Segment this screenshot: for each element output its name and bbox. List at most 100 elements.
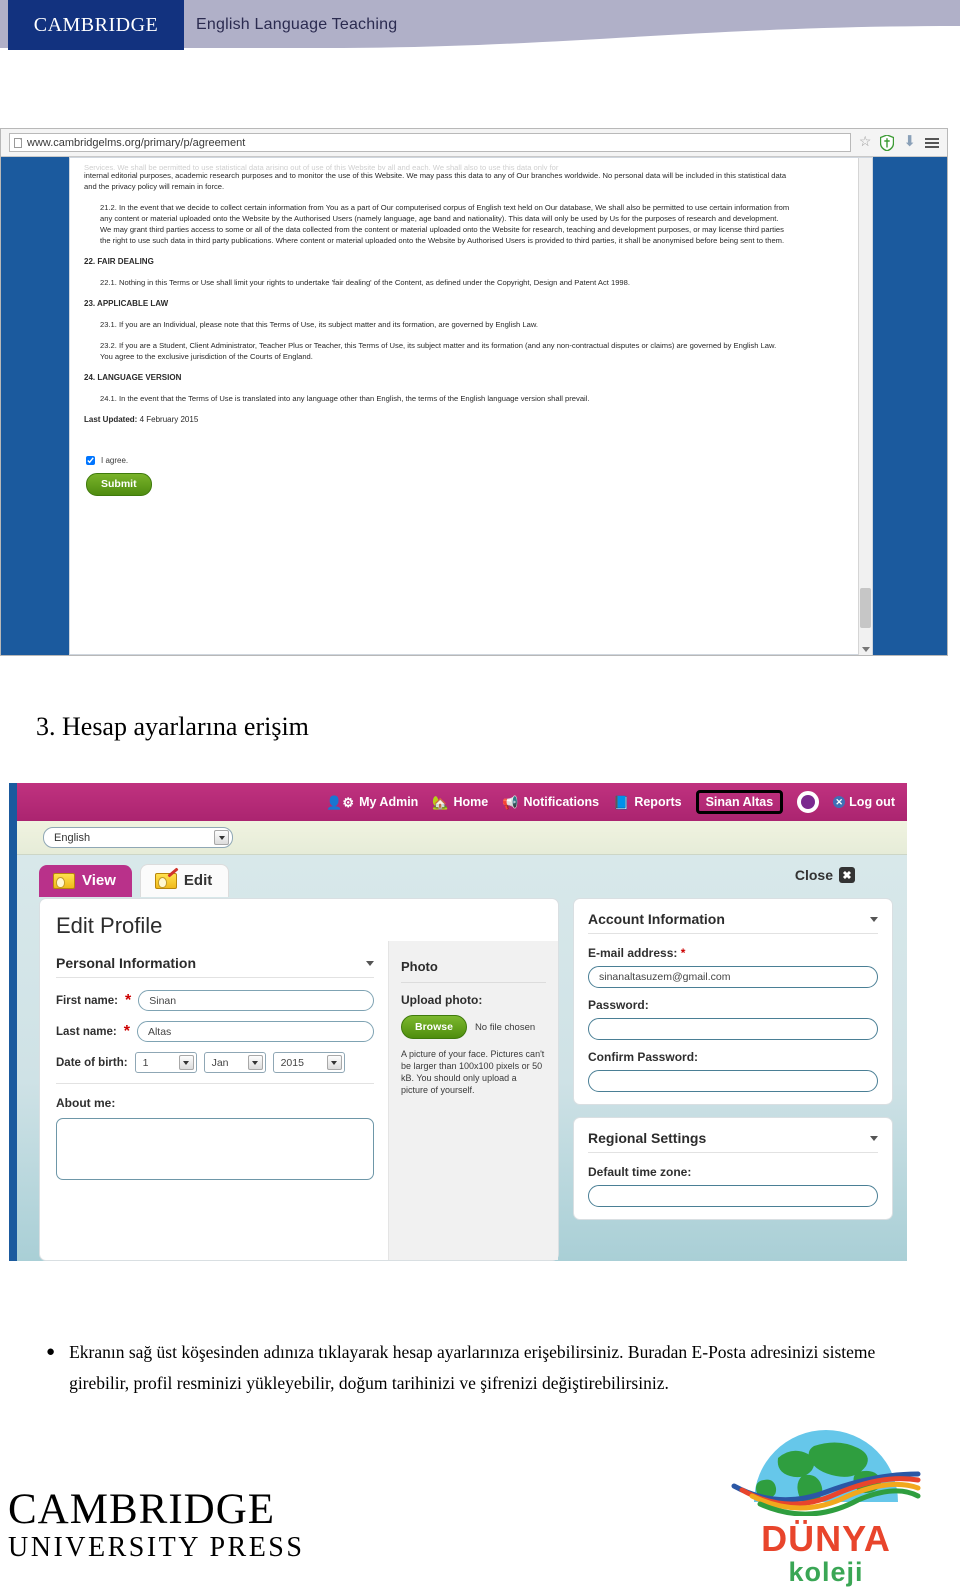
clipped-top-line: Services. We shall be permitted to use s… — [84, 163, 559, 170]
page-title: 3. Hesap ayarlarına erişim — [36, 712, 309, 741]
star-icon[interactable]: ☆ — [859, 135, 872, 150]
chevron-down-icon[interactable] — [870, 1135, 878, 1141]
first-name-row: First name: * Sinan — [56, 990, 374, 1011]
email-field[interactable]: sinanaltasuzem@gmail.com — [588, 966, 878, 988]
koleji-text: koleji — [788, 1557, 864, 1587]
password-field[interactable] — [588, 1018, 878, 1040]
timezone-label: Default time zone: — [588, 1165, 692, 1179]
dob-day-value: 1 — [142, 1056, 149, 1069]
shield-icon[interactable] — [880, 134, 895, 151]
app-top-navigation: 👤⚙ My Admin 🏡 Home 📢 Notifications 📘 Rep… — [17, 783, 907, 821]
admin-user-icon: 👤⚙ — [326, 794, 355, 810]
page-banner: CAMBRIDGE English Language Teaching — [0, 0, 960, 62]
account-information-header[interactable]: Account Information — [588, 911, 878, 934]
chevron-down-icon[interactable] — [366, 960, 374, 966]
last-name-input[interactable]: Altas — [136, 1021, 374, 1042]
nav-logout-label: Log out — [849, 795, 895, 809]
browse-button[interactable]: Browse — [401, 1015, 467, 1039]
browse-row: Browse No file chosen — [401, 1015, 546, 1039]
agreement-text-body: Services. We shall be permitted to use s… — [70, 158, 800, 496]
profile-panels: Edit Profile Personal Information First … — [39, 898, 893, 1261]
timezone-field[interactable] — [588, 1185, 878, 1207]
regional-settings-card: Regional Settings Default time zone: — [573, 1117, 893, 1220]
nav-notifications[interactable]: 📢 Notifications — [502, 795, 599, 809]
about-me-textarea[interactable] — [56, 1118, 374, 1180]
tab-view[interactable]: View — [39, 865, 132, 897]
personal-information-title: Personal Information — [56, 955, 197, 971]
scroll-down-arrow-icon[interactable] — [862, 647, 870, 652]
chevron-down-icon[interactable] — [214, 830, 229, 845]
nav-reports[interactable]: 📘 Reports — [613, 795, 681, 809]
agreement-heading-24: 24. LANGUAGE VERSION — [84, 373, 182, 382]
submit-button[interactable]: Submit — [86, 473, 152, 496]
elt-tagline: English Language Teaching — [196, 16, 398, 33]
description-bullet: ● Ekranın sağ üst köşesinden adınıza tık… — [46, 1337, 906, 1399]
dob-day-select[interactable]: 1 — [134, 1052, 197, 1073]
browser-toolbar-icons: ☆ ⬇ — [851, 134, 947, 151]
nav-username-button[interactable]: Sinan Altas — [695, 790, 784, 814]
avatar[interactable] — [797, 791, 820, 813]
globe-swoosh-icon — [731, 1430, 921, 1517]
edit-pencil-icon — [154, 872, 177, 889]
required-marker: * — [123, 1022, 130, 1040]
confirm-password-field[interactable] — [588, 1070, 878, 1092]
password-label: Password: — [588, 998, 649, 1012]
agreement-paragraph-23-1: 23.1. If you are an Individual, please n… — [100, 320, 539, 329]
hamburger-menu-icon[interactable] — [925, 137, 939, 148]
account-information-title: Account Information — [588, 911, 725, 927]
megaphone-icon: 📢 — [502, 794, 519, 810]
email-label: E-mail address: — [588, 946, 678, 960]
browser-address-bar: www.cambridgelms.org/primary/p/agreement… — [1, 129, 947, 157]
photo-help-text: A picture of your face. Pictures can't b… — [401, 1049, 545, 1095]
photo-section-title: Photo — [401, 959, 546, 983]
regional-settings-header[interactable]: Regional Settings — [588, 1130, 878, 1153]
date-of-birth-label: Date of birth: — [56, 1056, 128, 1069]
scrollbar-thumb[interactable] — [860, 588, 871, 628]
last-name-label: Last name: — [56, 1025, 117, 1038]
close-icon: ✖ — [839, 867, 855, 883]
document-scrollbar[interactable] — [858, 158, 872, 655]
upload-photo-label: Upload photo: — [401, 993, 483, 1007]
close-button[interactable]: Close ✖ — [795, 867, 855, 883]
required-marker: * — [125, 991, 132, 1009]
cambridge-logo-block: CAMBRIDGE — [8, 0, 184, 50]
app-content-area: View Edit Close ✖ Edit Profile Personal … — [17, 855, 907, 1261]
page-icon — [14, 137, 22, 148]
tab-edit[interactable]: Edit — [139, 864, 230, 897]
required-marker: * — [680, 946, 686, 960]
download-arrow-icon[interactable]: ⬇ — [903, 135, 916, 150]
nav-logout[interactable]: ✕ Log out — [833, 795, 895, 809]
profile-tabs: View Edit — [39, 864, 230, 897]
chevron-down-icon[interactable] — [178, 1055, 194, 1070]
language-select[interactable]: English — [43, 827, 233, 848]
nav-my-admin[interactable]: 👤⚙ My Admin — [326, 795, 418, 809]
right-column: Account Information E-mail address: * si… — [573, 898, 893, 1261]
last-updated-row: Last Updated: 4 February 2015 — [84, 414, 790, 425]
agreement-paragraph-23-2: 23.2. If you are a Student, Client Admin… — [100, 341, 777, 361]
chevron-down-icon[interactable] — [326, 1055, 342, 1070]
agree-checkbox-row[interactable]: I agree. — [84, 455, 790, 466]
dob-month-select[interactable]: Jan — [203, 1052, 266, 1073]
language-select-value: English — [54, 831, 91, 844]
bullet-icon: ● — [46, 1344, 56, 1360]
reports-book-icon: 📘 — [613, 794, 630, 810]
first-name-input[interactable]: Sinan — [138, 990, 374, 1011]
tab-edit-label: Edit — [183, 872, 213, 889]
home-icon: 🏡 — [432, 794, 449, 810]
personal-information-header[interactable]: Personal Information — [56, 955, 374, 978]
dob-year-select[interactable]: 2015 — [272, 1052, 345, 1073]
url-input[interactable]: www.cambridgelms.org/primary/p/agreement — [9, 133, 851, 152]
last-updated-value: 4 February 2015 — [139, 415, 199, 424]
agree-checkbox[interactable] — [86, 456, 95, 465]
agree-label: I agree. — [101, 456, 129, 465]
view-card-icon — [53, 872, 75, 889]
cup-line-2: UNIVERSITY PRESS — [8, 1532, 305, 1563]
chevron-down-icon[interactable] — [870, 916, 878, 922]
dob-year-value: 2015 — [280, 1056, 304, 1069]
nav-home[interactable]: 🏡 Home — [432, 795, 488, 809]
about-me-section: About me: — [56, 1083, 374, 1180]
app-screenshot-edit-profile: 👤⚙ My Admin 🏡 Home 📢 Notifications 📘 Rep… — [9, 783, 907, 1261]
dunya-text: DÜNYA — [761, 1518, 891, 1559]
last-name-row: Last name: * Altas — [56, 1021, 374, 1042]
chevron-down-icon[interactable] — [247, 1055, 263, 1070]
